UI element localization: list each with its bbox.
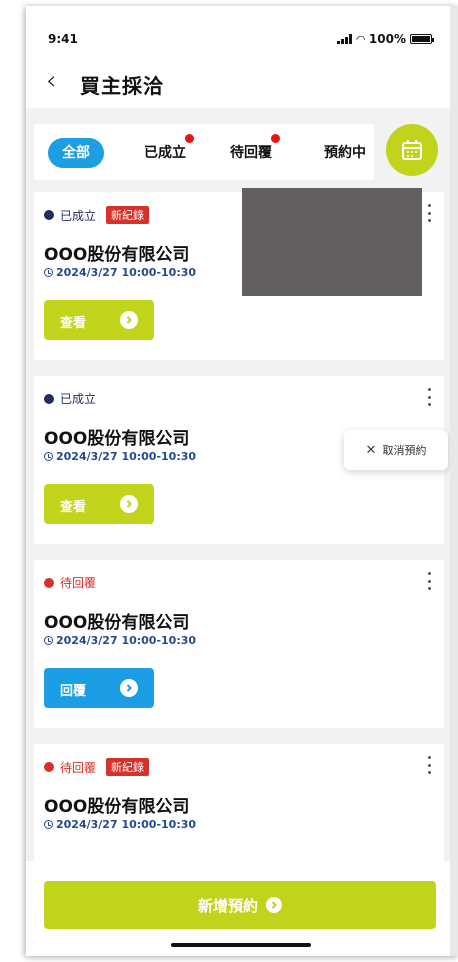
calendar-button[interactable] (386, 124, 438, 176)
phone-screen: 9:41 ◠ 100% ‹ 買主採洽 全部 已成立 待回覆 預約中 已成立 新紀… (26, 6, 458, 956)
more-options-icon[interactable] (422, 202, 436, 224)
company-name: OOO股份有限公司 (44, 245, 190, 265)
nav-bar: ‹ 買主採洽 (26, 58, 458, 108)
cancel-reservation-menu-item[interactable]: ✕ 取消預約 (344, 430, 448, 470)
status-line: 已成立 (44, 390, 96, 407)
tab-all[interactable]: 全部 (48, 138, 104, 168)
company-name: OOO股份有限公司 (44, 429, 190, 449)
redacted-area (242, 188, 422, 296)
clock-icon (44, 820, 53, 829)
view-button[interactable]: 查看 (44, 484, 154, 524)
status-line: 待回覆 (44, 574, 96, 591)
status-label: 已成立 (60, 208, 97, 223)
status-bar: 9:41 ◠ 100% (26, 6, 458, 58)
arrow-right-icon (120, 679, 138, 697)
clock-icon (44, 268, 53, 277)
arrow-right-icon (120, 311, 138, 329)
clock-icon (44, 636, 53, 645)
status-label: 待回覆 (60, 576, 97, 590)
more-options-icon[interactable] (422, 754, 436, 776)
add-reservation-button[interactable]: 新增預約 (44, 881, 436, 929)
more-options-icon[interactable] (422, 570, 436, 592)
tab-reserved[interactable]: 預約中 (324, 138, 366, 168)
status-dot (44, 577, 54, 588)
battery-percent: 100% (368, 32, 406, 46)
appointment-card: 待回覆 OOO股份有限公司 2024/3/27 10:00-10:30 回覆 (34, 560, 444, 728)
notification-dot (271, 134, 280, 143)
new-record-badge: 新紀錄 (106, 758, 150, 776)
battery-icon (410, 34, 434, 44)
status-line: 待回覆 新紀錄 (44, 758, 150, 776)
appointment-datetime: 2024/3/27 10:00-10:30 (44, 266, 196, 279)
status-label: 已成立 (60, 392, 97, 406)
tab-bar: 全部 已成立 待回覆 預約中 (34, 124, 374, 180)
appointment-datetime: 2024/3/27 10:00-10:30 (44, 634, 196, 647)
tab-pending-reply[interactable]: 待回覆 (230, 134, 280, 168)
page-title: 買主採洽 (80, 74, 164, 98)
status-time: 9:41 (48, 32, 78, 46)
new-record-badge: 新紀錄 (106, 206, 150, 224)
notification-dot (185, 134, 194, 143)
status-indicators: ◠ 100% (337, 32, 434, 46)
status-dot (44, 393, 54, 404)
arrow-right-icon (120, 495, 138, 513)
status-label: 待回覆 (60, 760, 97, 775)
device-frame-edge (450, 6, 458, 956)
status-dot (44, 210, 54, 220)
tab-established[interactable]: 已成立 (144, 134, 194, 168)
clock-icon (44, 452, 53, 461)
close-icon: ✕ (365, 442, 377, 458)
company-name: OOO股份有限公司 (44, 797, 190, 817)
reply-button[interactable]: 回覆 (44, 668, 154, 708)
view-button[interactable]: 查看 (44, 300, 154, 340)
arrow-right-icon (266, 897, 282, 913)
bottom-action-bar: 新增預約 (26, 861, 458, 956)
back-icon[interactable]: ‹ (46, 66, 56, 96)
home-indicator (171, 943, 311, 947)
status-line: 已成立 新紀錄 (44, 206, 150, 224)
appointment-datetime: 2024/3/27 10:00-10:30 (44, 450, 196, 463)
wifi-icon: ◠ (356, 32, 365, 46)
company-name: OOO股份有限公司 (44, 613, 190, 633)
appointment-card: 待回覆 新紀錄 OOO股份有限公司 2024/3/27 10:00-10:30 (34, 744, 444, 864)
more-options-icon[interactable] (422, 386, 436, 408)
calendar-icon (402, 140, 422, 160)
status-dot (44, 762, 54, 772)
signal-icon (337, 34, 353, 44)
appointment-datetime: 2024/3/27 10:00-10:30 (44, 818, 196, 831)
